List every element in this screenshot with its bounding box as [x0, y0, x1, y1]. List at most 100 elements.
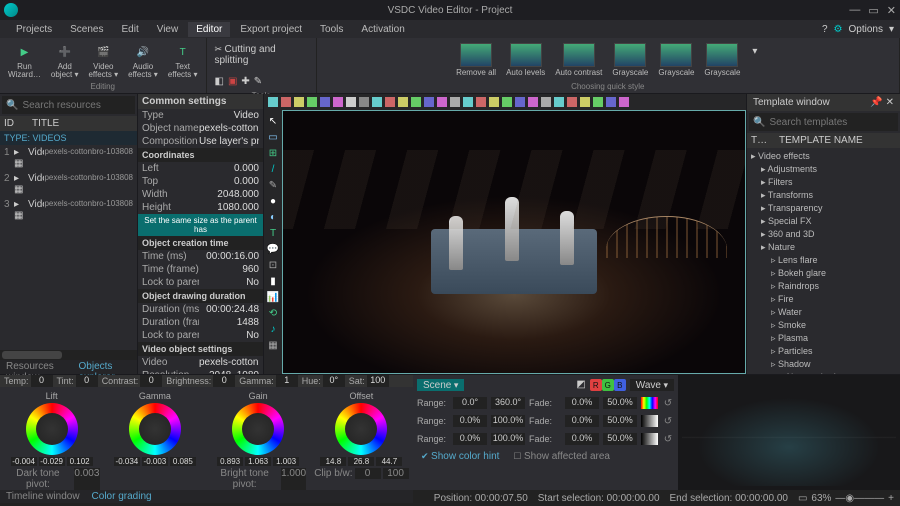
props-section-video[interactable]: Video object settings — [138, 342, 263, 356]
template-node-raindrops[interactable]: ▹ Raindrops — [751, 280, 896, 293]
color-wheel-lift[interactable]: Lift-0.004-0.0290.102Dark tone pivot:0.0… — [4, 391, 100, 490]
template-node-adjustments[interactable]: ▸ Adjustments — [751, 163, 896, 176]
property-row[interactable]: TypeVideo — [138, 109, 263, 122]
canvas-toolbar-btn-6[interactable] — [346, 97, 356, 107]
help-button[interactable]: ? — [822, 24, 828, 35]
fade-max[interactable]: 50.0% — [603, 415, 637, 427]
show-color-hint-checkbox[interactable]: ✔ Show color hint — [421, 451, 499, 462]
quick-style-auto-contrast[interactable]: Auto contrast — [551, 40, 606, 79]
canvas-toolbar-btn-24[interactable] — [580, 97, 590, 107]
canvas-toolbar-btn-11[interactable] — [411, 97, 421, 107]
property-row[interactable]: Height1080.000 — [138, 201, 263, 214]
scope-mode-dropdown[interactable]: Wave ▾ — [630, 379, 674, 391]
template-node-360-and-3d[interactable]: ▸ 360 and 3D — [751, 228, 896, 241]
property-row[interactable]: Videopexels-cottonbro — [138, 356, 263, 369]
canvas-tool-4[interactable]: ✎ — [266, 178, 280, 192]
resource-row[interactable]: 2▸ ▦Videospexels-cottonbro-103808 — [0, 171, 137, 197]
property-row[interactable]: Lock to parentNo — [138, 329, 263, 342]
column-title[interactable]: TITLE — [32, 118, 59, 129]
options-chevron-icon[interactable]: ▾ — [889, 24, 894, 35]
run-wizard-button[interactable]: ▶RunWizard… — [4, 40, 45, 81]
scope-channel-r[interactable]: R — [590, 379, 602, 391]
minimize-button[interactable]: — — [849, 4, 860, 17]
menu-scenes[interactable]: Scenes — [62, 22, 111, 37]
cg-param-gamma[interactable]: Gamma:1 — [239, 375, 298, 387]
props-section-drawing[interactable]: Object drawing duration — [138, 289, 263, 303]
canvas-toolbar-btn-22[interactable] — [554, 97, 564, 107]
pin-icon[interactable]: 📌 — [870, 97, 882, 108]
quick-style-more[interactable]: ▾ — [746, 40, 763, 79]
template-node-bokeh-glare[interactable]: ▹ Bokeh glare — [751, 267, 896, 280]
canvas-tool-8[interactable]: 💬 — [266, 242, 280, 256]
split-icon[interactable]: ✚ — [241, 76, 249, 87]
color-wheel-gain[interactable]: Gain0.8931.0631.003Bright tone pivot:1.0… — [210, 391, 306, 490]
reset-icon[interactable]: ↺ — [662, 434, 674, 445]
crop-icon[interactable]: ▣ — [228, 76, 237, 87]
property-row[interactable]: Left0.000 — [138, 162, 263, 175]
resources-scrollbar[interactable] — [0, 350, 137, 360]
column-id[interactable]: ID — [4, 118, 32, 129]
tab-resources-window[interactable]: Resources window — [0, 360, 73, 374]
cutting-splitting-button[interactable]: ✂ Cutting and splitting — [215, 44, 308, 66]
cg-param-tint[interactable]: Tint:0 — [57, 375, 98, 387]
canvas-tool-1[interactable]: ▭ — [266, 130, 280, 144]
resources-search-input[interactable]: 🔍 Search resources — [2, 96, 135, 114]
canvas-toolbar-btn-15[interactable] — [463, 97, 473, 107]
tab-objects-explorer[interactable]: Objects explorer — [73, 360, 137, 374]
template-node-smoke[interactable]: ▹ Smoke — [751, 319, 896, 332]
range-min[interactable]: 0.0% — [453, 433, 487, 445]
fade-max[interactable]: 50.0% — [603, 397, 637, 409]
canvas-toolbar-btn-27[interactable] — [619, 97, 629, 107]
resource-row[interactable]: 3▸ ▦Videospexels-cottonbro-103808 — [0, 197, 137, 223]
cg-param-sat[interactable]: Sat:100 — [349, 375, 389, 387]
fade-min[interactable]: 0.0% — [565, 433, 599, 445]
templates-col-t[interactable]: T… — [751, 135, 779, 146]
property-row[interactable]: Composition moUse layer's properties — [138, 135, 263, 148]
canvas-tool-7[interactable]: T — [266, 226, 280, 240]
canvas-toolbar-btn-16[interactable] — [476, 97, 486, 107]
canvas-toolbar-btn-8[interactable] — [372, 97, 382, 107]
canvas-toolbar-btn-0[interactable] — [268, 97, 278, 107]
property-row[interactable]: Resolution2048, 1080 — [138, 369, 263, 374]
canvas-toolbar-btn-17[interactable] — [489, 97, 499, 107]
canvas-toolbar-btn-13[interactable] — [437, 97, 447, 107]
canvas-tool-12[interactable]: ⟲ — [266, 306, 280, 320]
property-row[interactable]: Duration (fram1488 — [138, 316, 263, 329]
scene-dropdown[interactable]: Scene ▾ — [417, 379, 464, 391]
property-row[interactable]: Top0.000 — [138, 175, 263, 188]
color-wheel-gamma[interactable]: Gamma-0.034-0.0030.085 — [107, 391, 203, 490]
property-row[interactable]: Time (ms)00:00:16.00 — [138, 250, 263, 263]
canvas-toolbar-btn-23[interactable] — [567, 97, 577, 107]
property-row[interactable]: Lock to parentNo — [138, 276, 263, 289]
quick-style-grayscale[interactable]: Grayscale — [700, 40, 744, 79]
tab-color-grading[interactable]: Color grading — [86, 490, 158, 503]
cg-param-hue[interactable]: Hue:0° — [302, 375, 345, 387]
color-wheel-offset[interactable]: Offset14.826.844.7Clip b/w:0100 — [313, 391, 409, 490]
range-min[interactable]: 0.0° — [453, 397, 487, 409]
canvas-toolbar-btn-2[interactable] — [294, 97, 304, 107]
quick-style-auto-levels[interactable]: Auto levels — [502, 40, 549, 79]
menu-tools[interactable]: Tools — [312, 22, 351, 37]
add-object-button[interactable]: ➕Addobject ▾ — [47, 40, 83, 81]
menu-edit[interactable]: Edit — [113, 22, 146, 37]
quick-style-grayscale[interactable]: Grayscale — [608, 40, 652, 79]
scope-channel-b[interactable]: B — [614, 379, 626, 391]
menu-projects[interactable]: Projects — [8, 22, 60, 37]
fade-min[interactable]: 0.0% — [565, 415, 599, 427]
canvas-toolbar-btn-14[interactable] — [450, 97, 460, 107]
canvas-toolbar-btn-10[interactable] — [398, 97, 408, 107]
canvas-tool-14[interactable]: ▦ — [266, 338, 280, 352]
canvas-toolbar-btn-9[interactable] — [385, 97, 395, 107]
property-row[interactable]: Time (frame)960 — [138, 263, 263, 276]
property-row[interactable]: Duration (ms)00:00:24.48 — [138, 303, 263, 316]
template-node-transforms[interactable]: ▸ Transforms — [751, 189, 896, 202]
menu-export-project[interactable]: Export project — [232, 22, 310, 37]
menu-view[interactable]: View — [149, 22, 187, 37]
canvas-toolbar-btn-5[interactable] — [333, 97, 343, 107]
range-max[interactable]: 100.0% — [491, 415, 525, 427]
template-node-special-fx[interactable]: ▸ Special FX — [751, 215, 896, 228]
property-row[interactable]: Object namepexels-cottonbro-10 — [138, 122, 263, 135]
range-max[interactable]: 100.0% — [491, 433, 525, 445]
canvas-tool-3[interactable]: / — [266, 162, 280, 176]
options-button[interactable]: Options — [849, 24, 883, 35]
